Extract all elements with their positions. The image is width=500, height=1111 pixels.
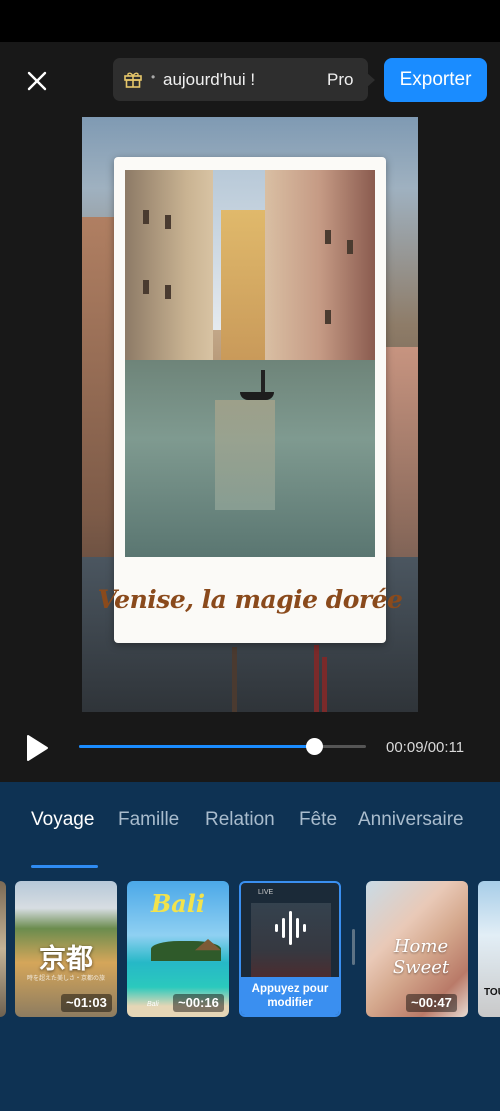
template-duration: ~00:16: [173, 994, 224, 1012]
mooring-pole: [322, 657, 327, 712]
close-button[interactable]: [22, 66, 52, 96]
template-subtitle: Bali: [147, 1001, 159, 1008]
video-caption: Venise, la magie dorée: [97, 585, 403, 614]
top-bar: • aujourd'hui ! Pro Exporter: [0, 42, 500, 118]
template-duration: ~01:03: [61, 994, 112, 1012]
template-partial-left[interactable]: [0, 881, 6, 1017]
playback-time: 00:09/00:11: [386, 739, 465, 756]
polaroid-card[interactable]: [114, 157, 386, 643]
timeline-scrubber[interactable]: [305, 738, 323, 755]
video-preview[interactable]: Venise, la magie dorée: [82, 117, 418, 712]
audio-wave-icon: [275, 911, 306, 945]
photo-window: [165, 215, 171, 229]
template-kyoto[interactable]: 京都 時を超えた美しさ・京都の旅 ~01:03: [15, 881, 117, 1017]
template-title: Bali: [150, 889, 206, 918]
promo-pointer: [366, 72, 375, 88]
category-tabs: Voyage Famille Relation Fête Anniversair…: [0, 806, 500, 868]
photo-reflection: [215, 400, 275, 510]
strip-divider: [352, 929, 355, 965]
playback-bar: 00:09/00:11: [0, 712, 500, 782]
template-edit-label: Appuyez pour modifier: [251, 983, 329, 1009]
photo-far-building: [221, 210, 271, 360]
promo-banner[interactable]: • aujourd'hui ! Pro: [113, 58, 368, 101]
photo-gondolier: [261, 370, 265, 392]
template-title: 京都: [39, 944, 93, 975]
photo-window: [325, 230, 331, 244]
tab-famille[interactable]: Famille: [118, 809, 179, 831]
photo-window: [165, 285, 171, 299]
template-title: TOU: [484, 987, 500, 998]
photo-window: [143, 280, 149, 294]
tab-fete[interactable]: Fête: [299, 809, 337, 831]
template-title: Home Sweet: [392, 936, 450, 978]
photo-window: [143, 210, 149, 224]
template-selected[interactable]: LIVE Appuyez pour modifier: [239, 881, 341, 1017]
tab-relation[interactable]: Relation: [205, 809, 275, 831]
status-bar: [0, 0, 500, 42]
export-button[interactable]: Exporter: [384, 58, 487, 102]
template-duration: ~00:47: [406, 994, 457, 1012]
template-bali[interactable]: Bali Bali ~00:16: [127, 881, 229, 1017]
play-icon[interactable]: [25, 734, 49, 762]
template-live-label: LIVE: [258, 889, 274, 896]
timeline-track[interactable]: [79, 738, 366, 755]
template-panel: Voyage Famille Relation Fête Anniversair…: [0, 782, 500, 1111]
timeline-progress: [79, 745, 314, 748]
gift-icon: [124, 72, 142, 88]
photo-window: [325, 310, 331, 324]
mooring-pole: [314, 645, 319, 712]
venice-photo: [125, 170, 375, 557]
promo-text-pro: Pro: [327, 70, 354, 89]
template-home-sweet[interactable]: Home Sweet ~00:47: [366, 881, 468, 1017]
tab-anniversaire[interactable]: Anniversaire: [358, 809, 464, 831]
template-partial-right[interactable]: TOU: [478, 881, 500, 1017]
tab-voyage[interactable]: Voyage: [31, 809, 94, 831]
photo-gondola: [240, 392, 274, 400]
close-icon: [27, 71, 47, 91]
mooring-pole: [232, 647, 237, 712]
promo-text: aujourd'hui !: [163, 70, 256, 89]
template-subtitle: 時を超えた美しさ・京都の旅: [26, 976, 105, 982]
template-strip[interactable]: 京都 時を超えた美しさ・京都の旅 ~01:03 Bali Bali ~00:16…: [0, 881, 500, 1017]
active-tab-indicator: [31, 865, 98, 868]
promo-dot: •: [151, 70, 156, 84]
photo-window: [347, 240, 353, 254]
